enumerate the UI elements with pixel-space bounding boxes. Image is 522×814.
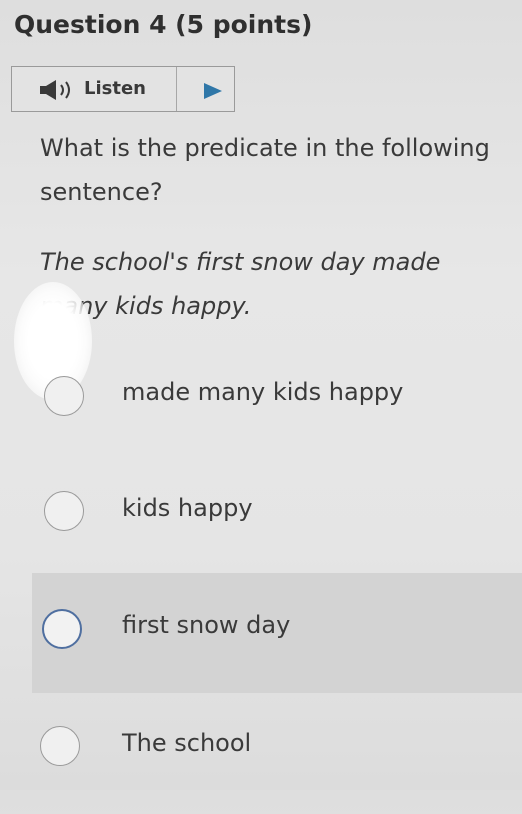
radio-button[interactable] <box>40 726 80 766</box>
question-title: Question 4 (5 points) <box>14 10 313 39</box>
answer-option-3[interactable]: first snow day <box>32 573 522 693</box>
radio-button[interactable] <box>44 491 84 531</box>
play-icon[interactable] <box>204 83 222 99</box>
listen-divider <box>176 67 177 111</box>
option-label: kids happy <box>122 494 253 522</box>
radio-button[interactable] <box>42 609 82 649</box>
radio-button[interactable] <box>44 376 84 416</box>
answer-option-4[interactable]: The school <box>0 694 522 814</box>
question-sentence: The school's first snow day made many ki… <box>40 248 441 320</box>
speaker-icon <box>40 80 70 100</box>
listen-label: Listen <box>84 78 146 99</box>
option-label: The school <box>122 729 252 757</box>
listen-audio-player[interactable]: Listen <box>11 66 235 112</box>
question-prompt: What is the predicate in the following s… <box>40 134 490 206</box>
answer-option-1[interactable]: made many kids happy <box>0 334 522 454</box>
answer-option-2[interactable]: kids happy <box>0 451 522 571</box>
option-label: made many kids happy <box>122 378 404 406</box>
option-label: first snow day <box>122 611 291 639</box>
